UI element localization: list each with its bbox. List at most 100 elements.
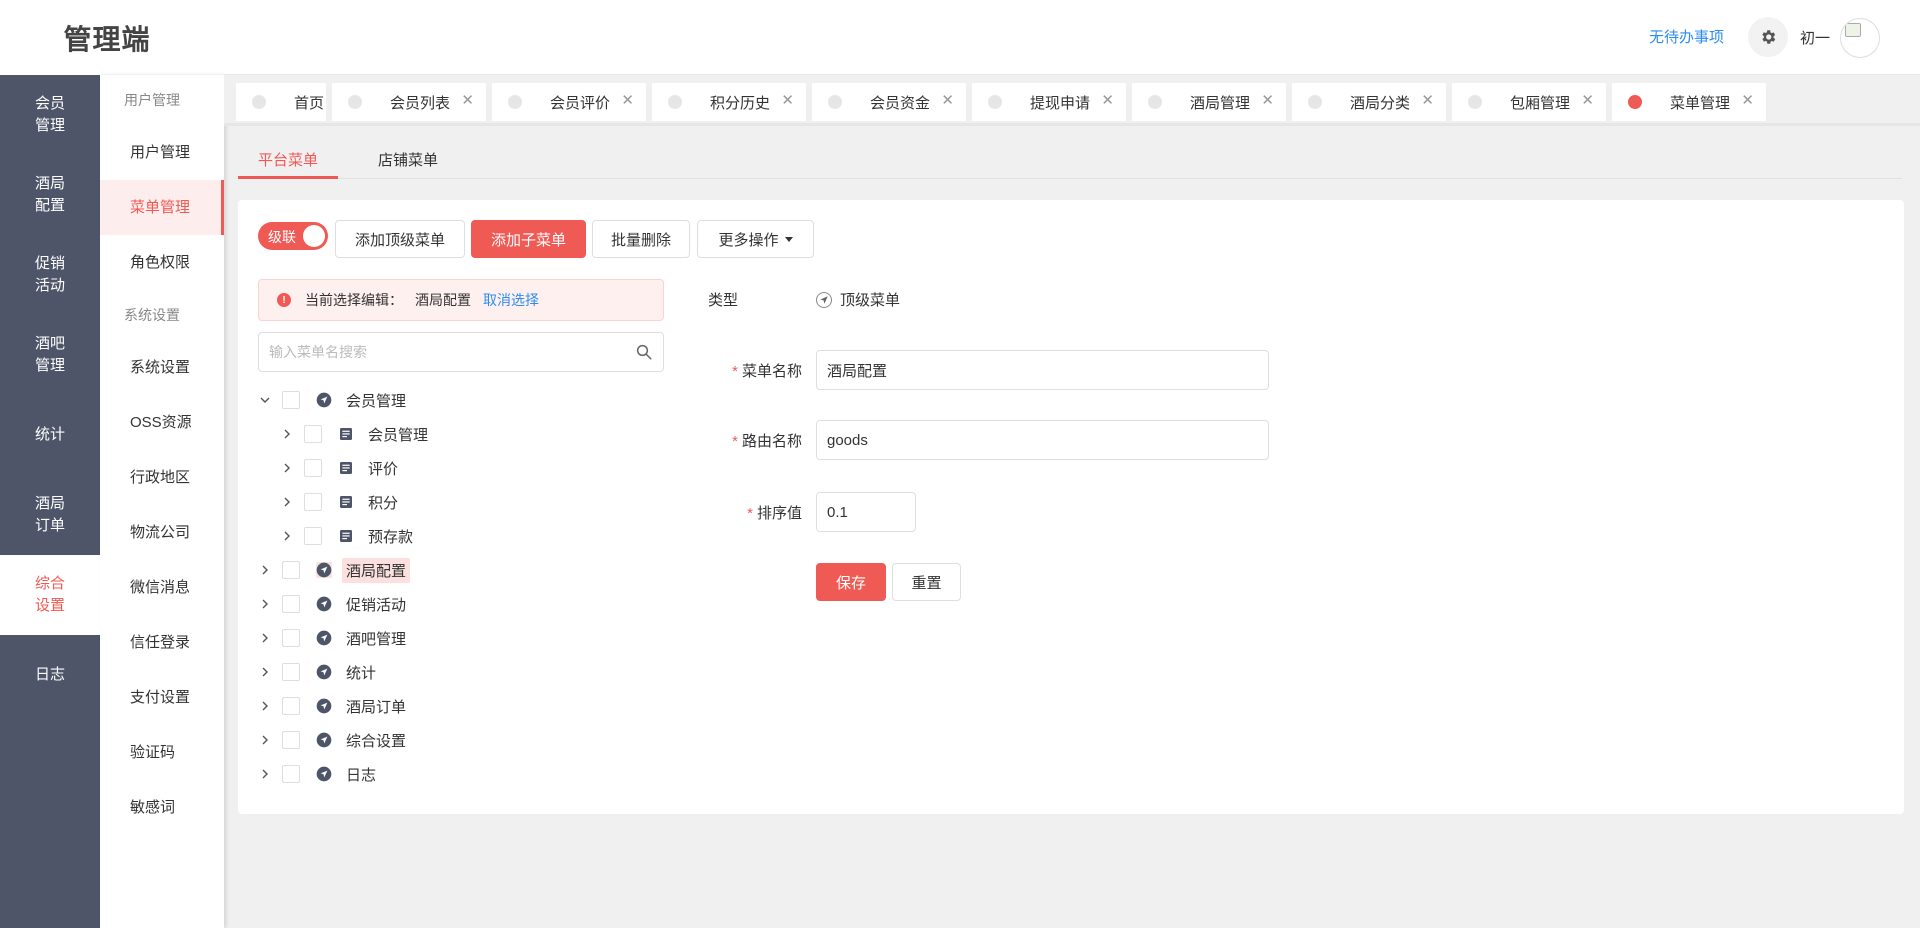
search-icon[interactable]: [635, 343, 653, 361]
tree-node[interactable]: 日志: [258, 761, 380, 787]
tree-checkbox[interactable]: [282, 561, 300, 579]
secondary-nav-item[interactable]: 物流公司: [100, 505, 224, 560]
tab-shop-menu[interactable]: 店铺菜单: [378, 149, 438, 170]
tree-checkbox[interactable]: [282, 391, 300, 409]
secondary-nav-item[interactable]: 微信消息: [100, 560, 224, 615]
batch-delete-button[interactable]: 批量删除: [592, 220, 690, 258]
secondary-nav-item[interactable]: 信任登录: [100, 615, 224, 670]
tree-checkbox[interactable]: [282, 765, 300, 783]
secondary-nav-item[interactable]: 敏感词: [100, 780, 224, 835]
primary-nav-item[interactable]: 酒吧管理: [0, 315, 100, 395]
menu-search-input[interactable]: [259, 333, 619, 371]
tree-node[interactable]: 预存款: [280, 523, 417, 549]
secondary-nav-item[interactable]: 验证码: [100, 725, 224, 780]
menu-name-input[interactable]: [816, 350, 1269, 390]
tree-checkbox[interactable]: [282, 697, 300, 715]
tree-node[interactable]: 酒吧管理: [258, 625, 410, 651]
chevron-right-icon[interactable]: [258, 699, 272, 713]
tree-checkbox[interactable]: [304, 493, 322, 511]
page-tab[interactable]: 提现申请 ✕: [972, 83, 1126, 121]
page-tab[interactable]: 酒局分类 ✕: [1292, 83, 1446, 121]
chevron-down-icon[interactable]: [258, 393, 272, 407]
page-tab[interactable]: 首页: [236, 83, 326, 121]
chevron-right-icon[interactable]: [258, 767, 272, 781]
chevron-right-icon[interactable]: [258, 665, 272, 679]
page-tab[interactable]: 积分历史 ✕: [652, 83, 806, 121]
chevron-right-icon[interactable]: [258, 597, 272, 611]
tree-checkbox[interactable]: [282, 663, 300, 681]
tree-node[interactable]: 酒局配置: [258, 557, 411, 583]
tree-node[interactable]: 会员管理: [258, 387, 410, 413]
tree-node[interactable]: 评价: [280, 455, 402, 481]
page-tab[interactable]: 菜单管理 ✕: [1612, 83, 1766, 121]
tree-node-label[interactable]: 酒吧管理: [342, 626, 410, 651]
primary-nav-item[interactable]: 综合设置: [0, 555, 100, 635]
chevron-right-icon[interactable]: [280, 529, 294, 543]
tab-platform-menu[interactable]: 平台菜单: [258, 149, 318, 170]
add-top-menu-button[interactable]: 添加顶级菜单: [335, 220, 465, 258]
tree-checkbox[interactable]: [282, 629, 300, 647]
tree-node-label[interactable]: 综合设置: [342, 728, 410, 753]
tree-node[interactable]: 积分: [280, 489, 402, 515]
chevron-right-icon[interactable]: [280, 427, 294, 441]
page-tab[interactable]: 会员列表 ✕: [332, 83, 486, 121]
tree-node[interactable]: 促销活动: [258, 591, 410, 617]
page-tab[interactable]: 会员评价 ✕: [492, 83, 646, 121]
tree-node-label[interactable]: 预存款: [364, 524, 417, 549]
close-icon[interactable]: ✕: [1101, 93, 1114, 109]
type-radio[interactable]: 顶级菜单: [816, 289, 900, 310]
todo-link[interactable]: 无待办事项: [1649, 26, 1724, 47]
close-icon[interactable]: ✕: [1581, 93, 1594, 109]
tree-node[interactable]: 会员管理: [280, 421, 432, 447]
save-button[interactable]: 保存: [816, 563, 886, 601]
primary-nav-item[interactable]: 酒局订单: [0, 475, 100, 555]
tree-checkbox[interactable]: [304, 459, 322, 477]
tree-node-label[interactable]: 会员管理: [364, 422, 432, 447]
tree-checkbox[interactable]: [282, 595, 300, 613]
route-name-input[interactable]: [816, 420, 1269, 460]
tree-node-label[interactable]: 酒局配置: [342, 557, 411, 583]
tree-node[interactable]: 统计: [258, 659, 380, 685]
primary-nav-item[interactable]: 促销活动: [0, 235, 100, 315]
chevron-right-icon[interactable]: [280, 461, 294, 475]
avatar[interactable]: [1840, 18, 1880, 58]
tree-node-label[interactable]: 促销活动: [342, 592, 410, 617]
tree-node-label[interactable]: 积分: [364, 490, 402, 515]
close-icon[interactable]: ✕: [621, 93, 634, 109]
tree-node-label[interactable]: 酒局订单: [342, 694, 410, 719]
tree-node-label[interactable]: 统计: [342, 660, 380, 685]
tree-node-label[interactable]: 日志: [342, 762, 380, 787]
username[interactable]: 初一: [1800, 27, 1830, 48]
chevron-right-icon[interactable]: [258, 563, 272, 577]
secondary-nav-item[interactable]: 菜单管理: [100, 180, 224, 235]
close-icon[interactable]: ✕: [1741, 93, 1754, 109]
primary-nav-item[interactable]: 酒局配置: [0, 155, 100, 235]
more-actions-dropdown[interactable]: 更多操作: [697, 220, 814, 258]
tree-node-label[interactable]: 评价: [364, 456, 402, 481]
tree-node[interactable]: 综合设置: [258, 727, 410, 753]
secondary-nav-item[interactable]: 系统设置: [100, 340, 224, 395]
secondary-nav-item[interactable]: 角色权限: [100, 235, 224, 290]
cascade-switch[interactable]: 级联: [258, 222, 328, 250]
cancel-selection-link[interactable]: 取消选择: [483, 290, 539, 310]
primary-nav-item[interactable]: 日志: [0, 635, 100, 715]
reset-button[interactable]: 重置: [892, 563, 961, 601]
tree-node-label[interactable]: 会员管理: [342, 388, 410, 413]
tree-checkbox[interactable]: [304, 527, 322, 545]
close-icon[interactable]: ✕: [1261, 93, 1274, 109]
add-child-menu-button[interactable]: 添加子菜单: [471, 220, 586, 258]
chevron-right-icon[interactable]: [280, 495, 294, 509]
tree-checkbox[interactable]: [304, 425, 322, 443]
close-icon[interactable]: ✕: [781, 93, 794, 109]
close-icon[interactable]: ✕: [941, 93, 954, 109]
tree-checkbox[interactable]: [282, 731, 300, 749]
close-icon[interactable]: ✕: [461, 93, 474, 109]
primary-nav-item[interactable]: 会员管理: [0, 75, 100, 155]
page-tab[interactable]: 包厢管理 ✕: [1452, 83, 1606, 121]
secondary-nav-item[interactable]: 支付设置: [100, 670, 224, 725]
settings-button[interactable]: [1748, 17, 1788, 57]
tree-node[interactable]: 酒局订单: [258, 693, 410, 719]
sort-value-input[interactable]: [816, 492, 916, 532]
secondary-nav-item[interactable]: 行政地区: [100, 450, 224, 505]
page-tab[interactable]: 会员资金 ✕: [812, 83, 966, 121]
